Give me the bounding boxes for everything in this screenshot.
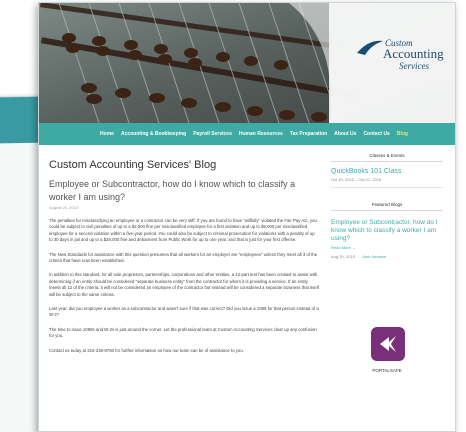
- hero-banner: Custom Accounting Services: [39, 3, 455, 123]
- class-link[interactable]: QuickBooks 101 Class: [331, 168, 443, 175]
- company-logo[interactable]: Custom Accounting Services: [355, 33, 445, 77]
- portalsafe-label[interactable]: PORTALSAFE: [331, 368, 443, 373]
- nav-payroll-services[interactable]: Payroll Services: [193, 131, 232, 137]
- post-paragraph: Contact us today at 315-236-8780 for fur…: [49, 347, 244, 353]
- featured-post-author[interactable]: Josh Arndson: [362, 254, 386, 259]
- logo-text-accounting: Accounting: [383, 46, 444, 61]
- post-paragraph: The penalties for misclassifying an empl…: [49, 218, 317, 243]
- post-paragraph: In addition to this standard, for all so…: [49, 272, 319, 297]
- nav-about-us[interactable]: About Us: [334, 131, 356, 137]
- post-date: August 20, 2015: [49, 205, 79, 210]
- portal-arrow-icon: [380, 336, 396, 352]
- nav-human-resources[interactable]: Human Resources: [239, 131, 283, 137]
- page-title: Custom Accounting Services' Blog: [49, 159, 217, 171]
- nav-tax-preparation[interactable]: Tax Preparation: [290, 131, 327, 137]
- website-page: Custom Accounting Services Home Accounti…: [38, 2, 456, 432]
- portalsafe-icon[interactable]: [371, 327, 405, 361]
- classes-events-heading: Classes & Events: [331, 153, 443, 162]
- logo-swoosh-icon: [357, 40, 383, 55]
- featured-post-link[interactable]: Employee or Subcontractor, how do I know…: [331, 219, 443, 243]
- featured-post-meta: Aug 20, 2015 Josh Arndson: [331, 254, 443, 259]
- featured-blogs-heading: Featured Blogs: [331, 202, 443, 211]
- post-paragraph: The time to issue 1099s and W-2s is just…: [49, 326, 317, 339]
- post-paragraph: Last year, did you employee a worker as …: [49, 306, 319, 318]
- class-date: Oct 20, 2015 – Oct 21, 2015: [331, 177, 382, 182]
- nav-blog[interactable]: Blog: [397, 131, 408, 137]
- sidebar: Classes & Events QuickBooks 101 Class Oc…: [331, 153, 443, 259]
- nav-contact-us[interactable]: Contact Us: [363, 131, 389, 137]
- blog-content: Custom Accounting Services' Blog Employe…: [49, 153, 319, 354]
- post-title[interactable]: Employee or Subcontractor, how do I know…: [49, 178, 319, 204]
- featured-post-date: Aug 20, 2015: [331, 254, 355, 259]
- sidebar-divider: [331, 187, 443, 188]
- post-paragraph: The New Standards for assistance with th…: [49, 251, 318, 264]
- nav-accounting-bookkeeping[interactable]: Accounting & Bookkeeping: [121, 131, 186, 137]
- logo-text-services: Services: [399, 61, 429, 71]
- nav-home[interactable]: Home: [100, 131, 114, 137]
- main-navigation: Home Accounting & Bookkeeping Payroll Se…: [39, 123, 455, 145]
- read-more-link[interactable]: Read More →: [331, 245, 443, 250]
